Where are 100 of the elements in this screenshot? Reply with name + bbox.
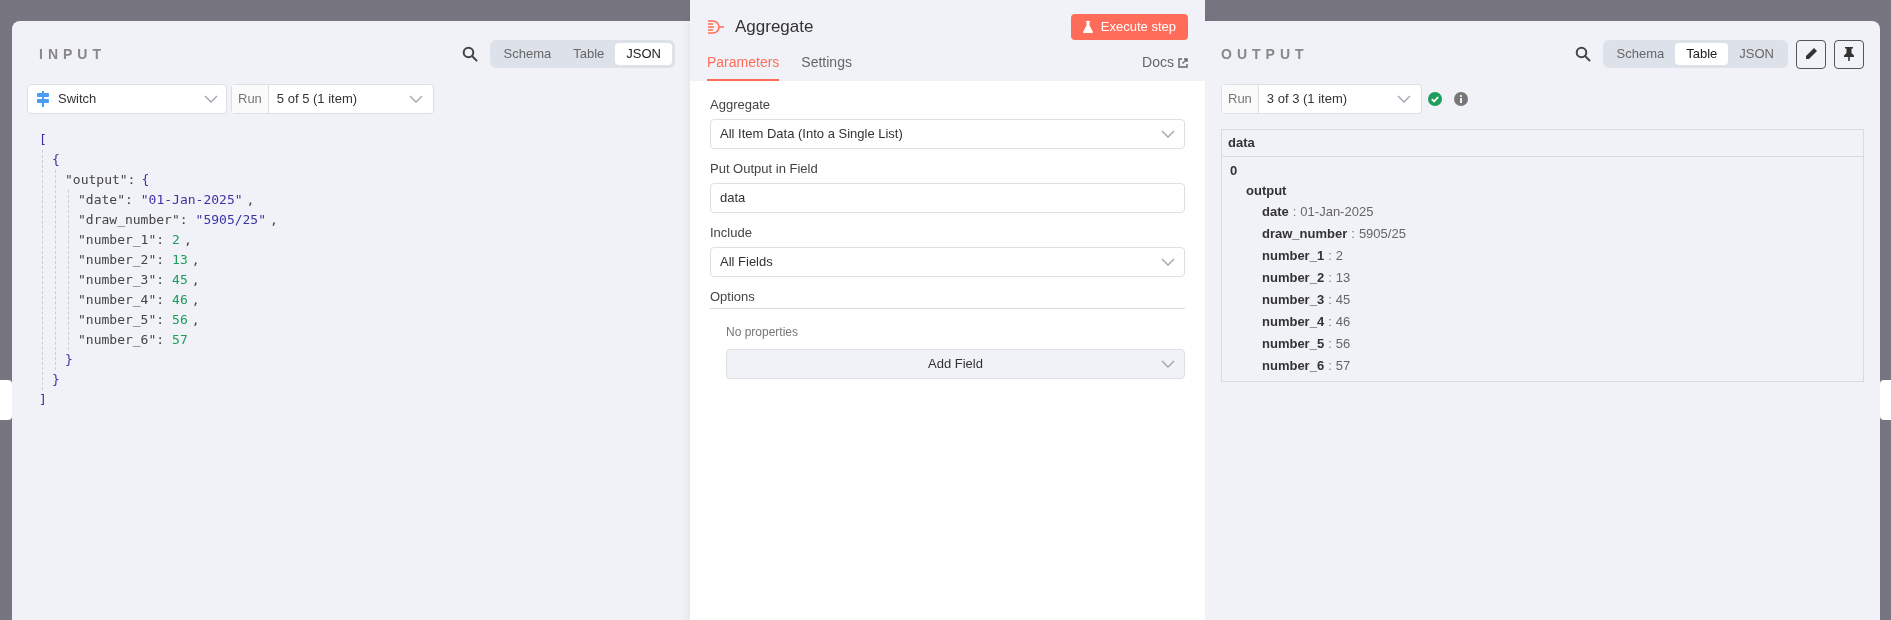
field-separator: : — [1328, 313, 1332, 332]
field-separator: : — [1351, 225, 1355, 244]
search-icon[interactable] — [1574, 46, 1591, 62]
json-comma: , — [191, 291, 200, 310]
pin-icon — [1843, 47, 1855, 61]
node-tab[interactable]: Settings — [801, 52, 852, 81]
view-tab[interactable]: Schema — [1605, 43, 1676, 65]
flask-icon — [1082, 21, 1093, 33]
field-value: 57 — [1335, 357, 1351, 376]
field-separator: : — [1328, 357, 1332, 376]
view-tab[interactable]: Table — [562, 43, 616, 65]
json-bracket: [ — [39, 131, 47, 150]
panel-handle[interactable] — [1880, 380, 1891, 420]
tree-key: output — [1246, 181, 1287, 201]
node-select-value: Switch — [58, 90, 98, 109]
chevron-down-icon — [204, 95, 218, 103]
field-key: number_5 — [1262, 334, 1325, 354]
field-key: number_2 — [1262, 268, 1325, 288]
json-value: 45 — [172, 271, 188, 290]
run-select[interactable]: Run 5 of 5 (1 item) — [231, 84, 434, 114]
json-value: 13 — [172, 251, 188, 270]
view-tab[interactable]: JSON — [1728, 43, 1785, 65]
field-value: 45 — [1335, 291, 1351, 310]
edit-button[interactable] — [1796, 39, 1826, 69]
view-tab[interactable]: Table — [1675, 43, 1729, 65]
info-icon — [1454, 92, 1468, 106]
json-key: "number_4": — [78, 290, 165, 310]
json-comma: , — [183, 231, 192, 250]
field-separator: : — [1328, 291, 1332, 310]
run-label: Run — [232, 85, 269, 113]
chevron-down-icon — [1161, 130, 1175, 138]
field-separator: : — [1328, 247, 1332, 266]
aggregate-icon — [707, 20, 725, 34]
view-tab[interactable]: JSON — [615, 43, 672, 65]
json-bracket: } — [52, 371, 60, 390]
view-tab[interactable]: Schema — [492, 43, 563, 65]
select-value: All Fields — [720, 253, 774, 272]
json-comma: , — [191, 251, 200, 270]
add-field-button[interactable]: Add Field — [726, 349, 1185, 379]
json-value: 46 — [172, 291, 188, 310]
run-label: Run — [1222, 85, 1259, 113]
json-key: "date": — [78, 190, 133, 210]
chevron-down-icon — [1161, 258, 1175, 266]
field-separator: : — [1328, 269, 1332, 288]
run-value: 5 of 5 (1 item) — [275, 90, 359, 109]
field-value: 01-Jan-2025 — [1300, 203, 1374, 222]
external-link-icon — [1178, 57, 1188, 68]
field-separator: : — [1292, 203, 1297, 222]
pin-button[interactable] — [1834, 39, 1864, 69]
empty-text: No properties — [726, 324, 800, 339]
json-key: "output": — [65, 170, 136, 190]
panel-handle[interactable] — [0, 380, 12, 420]
json-bracket: { — [52, 151, 60, 170]
json-bracket: ] — [39, 391, 47, 410]
field-value: 2 — [1335, 247, 1343, 266]
json-comma: , — [246, 191, 255, 210]
field-label: Put Output in Field — [710, 160, 819, 177]
field-key: number_6 — [1262, 356, 1325, 376]
json-key: "number_5": — [78, 310, 165, 330]
json-bracket: } — [65, 351, 73, 370]
json-bracket: { — [141, 171, 150, 190]
field-value: 5905/25 — [1358, 225, 1406, 244]
chevron-down-icon — [409, 95, 423, 103]
success-check-icon — [1428, 92, 1442, 106]
column-header: data — [1222, 130, 1863, 157]
select-field[interactable]: All Fields — [710, 247, 1185, 277]
select-value: All Item Data (Into a Single List) — [720, 125, 904, 144]
json-key: "draw_number": — [78, 210, 188, 230]
json-key: "number_3": — [78, 270, 165, 290]
options-label: Options — [710, 287, 1185, 309]
field-key: number_3 — [1262, 290, 1325, 310]
field-key: number_1 — [1262, 246, 1325, 266]
json-key: "number_6": — [78, 330, 165, 350]
chevron-down-icon — [1161, 360, 1175, 368]
field-key: date — [1262, 202, 1289, 222]
json-value: 2 — [172, 231, 180, 250]
json-key: "number_1": — [78, 230, 165, 250]
node-title: Aggregate — [735, 16, 814, 39]
input-field[interactable]: data — [710, 183, 1185, 213]
json-value: "01-Jan-2025" — [140, 191, 243, 210]
chevron-down-icon — [1397, 95, 1411, 103]
json-comma: , — [270, 211, 278, 230]
signpost-icon — [36, 91, 50, 107]
json-key: "number_2": — [78, 250, 165, 270]
tree-key: 0 — [1230, 161, 1238, 181]
select-field[interactable]: All Item Data (Into a Single List) — [710, 119, 1185, 149]
search-icon[interactable] — [461, 46, 478, 62]
docs-link[interactable]: Docs — [1142, 52, 1188, 81]
json-value: 56 — [172, 311, 188, 330]
run-value: 3 of 3 (1 item) — [1265, 90, 1349, 109]
field-separator: : — [1328, 335, 1332, 354]
field-value: 13 — [1335, 269, 1351, 288]
panel-title: OUTPUT — [1221, 44, 1309, 64]
panel-title: INPUT — [39, 44, 106, 64]
field-label: Include — [710, 224, 753, 241]
run-select[interactable]: Run 3 of 3 (1 item) — [1221, 84, 1422, 114]
pencil-icon — [1804, 47, 1818, 61]
field-value: 56 — [1335, 335, 1351, 354]
node-select[interactable]: Switch — [27, 84, 227, 114]
field-key: draw_number — [1262, 224, 1348, 244]
